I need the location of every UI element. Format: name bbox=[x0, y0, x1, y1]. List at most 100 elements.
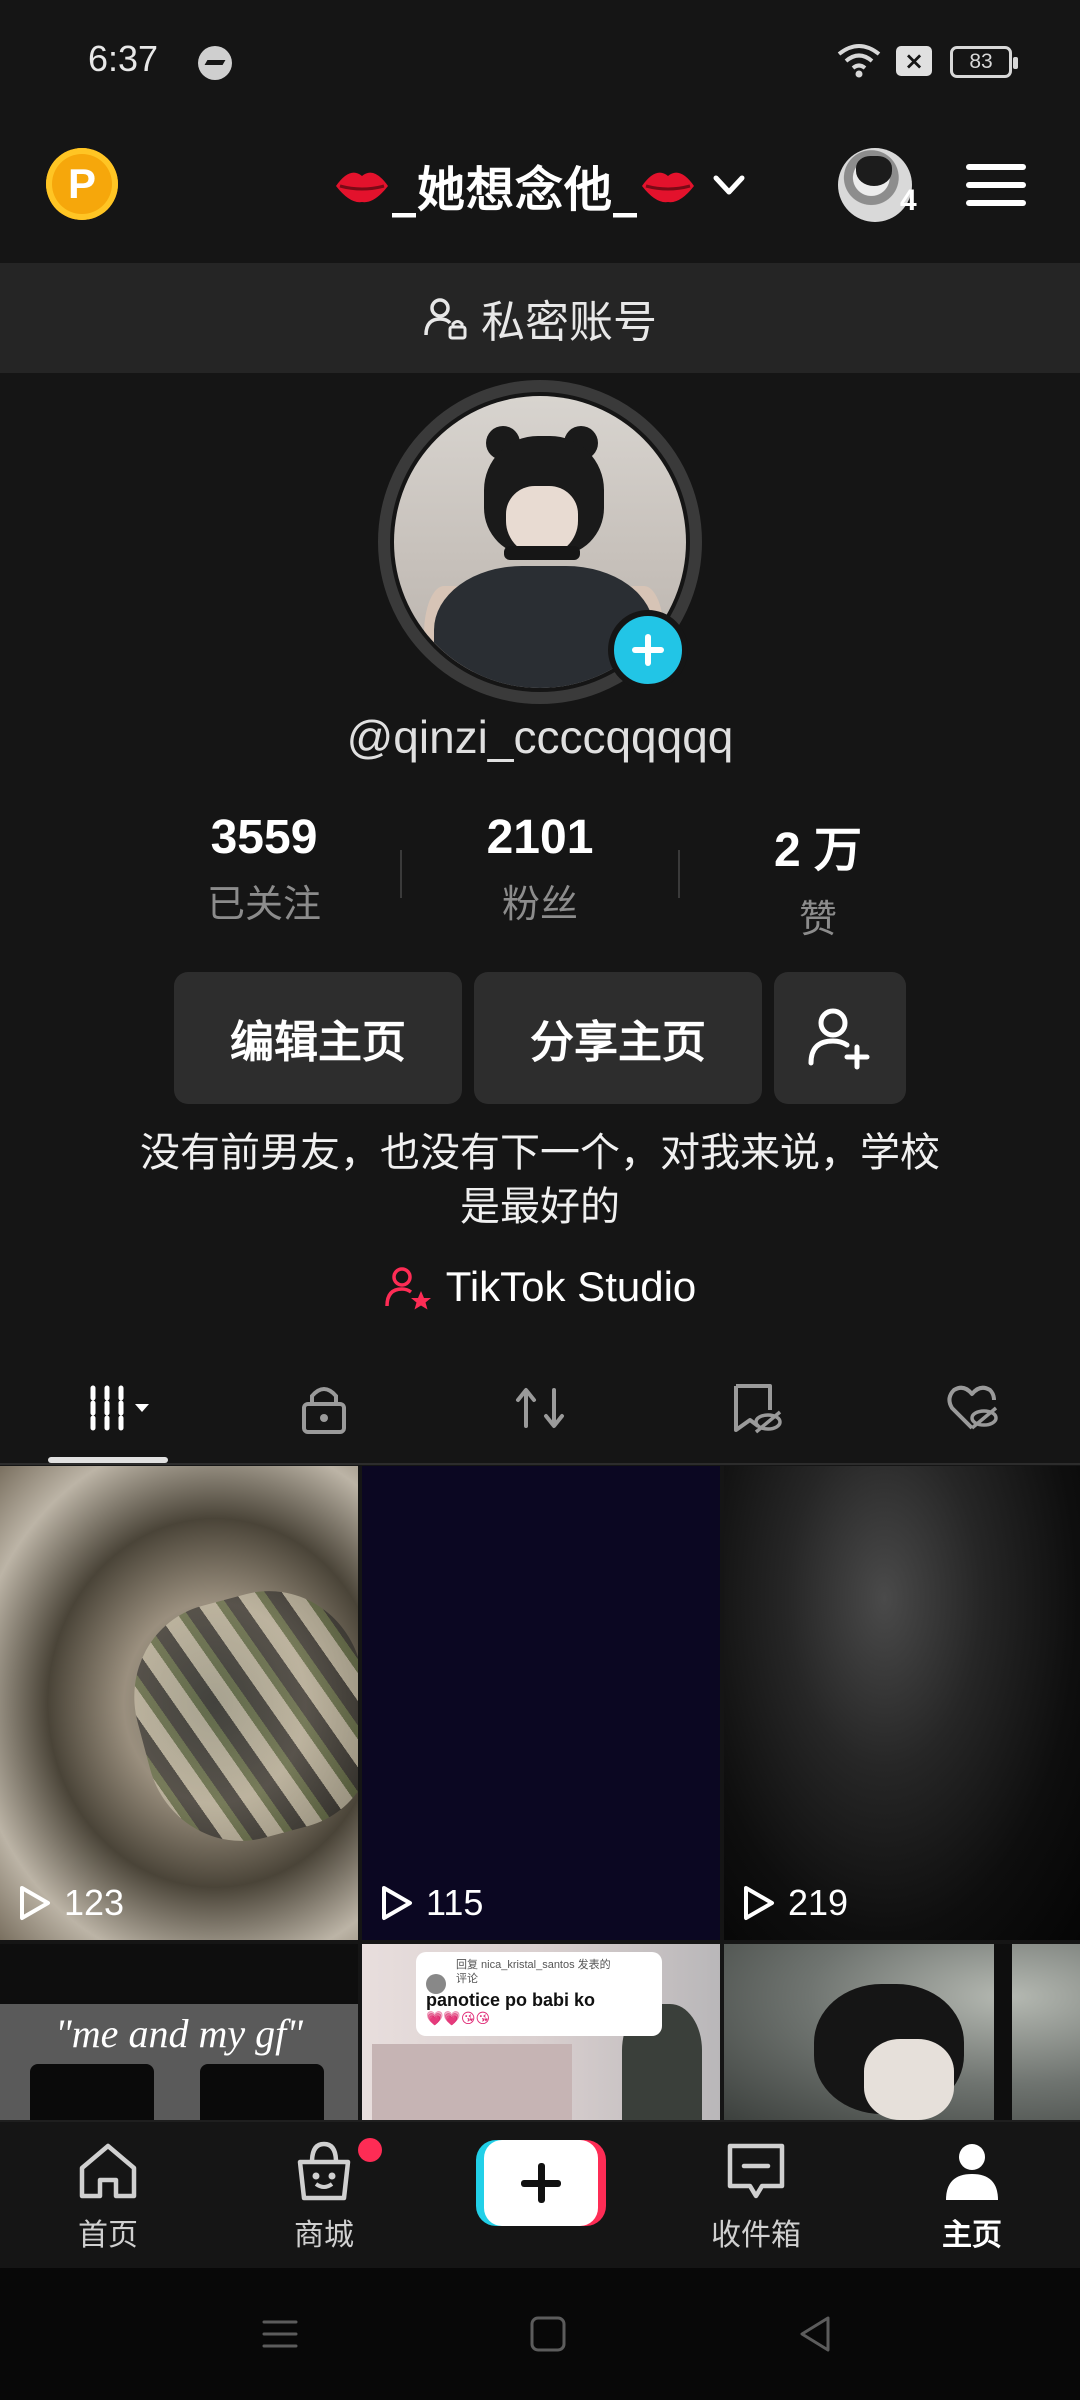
video-thumbnail[interactable]: 219 bbox=[724, 1466, 1080, 1940]
avatar-art bbox=[504, 546, 580, 560]
thumbnail-art bbox=[112, 1570, 358, 1862]
private-account-label: 私密账号 bbox=[481, 297, 657, 348]
thumbnail-art bbox=[372, 2044, 572, 2120]
private-account-banner[interactable]: 私密账号 bbox=[0, 263, 1080, 373]
coin-button[interactable]: P bbox=[46, 148, 118, 220]
nav-label: 首页 bbox=[78, 2218, 138, 2253]
home-button-icon[interactable] bbox=[526, 2312, 570, 2356]
notification-x-icon: × bbox=[896, 46, 932, 76]
profile-stats: 3559 已关注 2101 粉丝 2 万 赞 bbox=[0, 810, 1080, 943]
thumbnail-art bbox=[30, 2064, 154, 2120]
messenger-icon bbox=[198, 46, 232, 80]
profile-icon bbox=[946, 2144, 998, 2200]
add-friend-button[interactable] bbox=[774, 972, 906, 1104]
comment-emoji: 💗💗😘😘 bbox=[426, 2011, 491, 2027]
commenter-avatar bbox=[426, 1974, 446, 1994]
add-avatar-icon[interactable] bbox=[608, 610, 688, 690]
lock-icon bbox=[302, 1387, 346, 1434]
edit-profile-button[interactable]: 编辑主页 bbox=[174, 972, 462, 1104]
nav-label: 商城 bbox=[294, 2218, 354, 2253]
menu-button[interactable] bbox=[966, 162, 1026, 208]
nav-label: 收件箱 bbox=[711, 2218, 801, 2253]
following-count: 3559 bbox=[210, 811, 318, 864]
friends-count: 4 bbox=[900, 184, 917, 217]
tab-private[interactable] bbox=[284, 1373, 364, 1443]
followers-count: 2101 bbox=[486, 811, 594, 864]
tiktok-studio-link[interactable]: TikTok Studio bbox=[0, 1262, 1080, 1312]
heart-hidden-icon bbox=[947, 1385, 998, 1430]
lips-icon bbox=[642, 172, 694, 203]
status-time: 6:37 bbox=[88, 38, 159, 79]
play-count-value: 123 bbox=[64, 1882, 125, 1923]
shop-icon bbox=[297, 2141, 351, 2201]
comment-header: 回复 nica_kristal_santos 发表的 bbox=[456, 1959, 611, 1971]
thumbnail-art bbox=[994, 1944, 1012, 2120]
thumbnail-art bbox=[864, 2039, 954, 2120]
play-count: 123 bbox=[18, 1882, 124, 1924]
account-name: _她想念他_ bbox=[391, 162, 638, 218]
video-thumbnail[interactable]: 123 bbox=[0, 1466, 358, 1940]
create-button[interactable] bbox=[476, 2140, 606, 2226]
video-thumbnail[interactable]: "me and my gf" bbox=[0, 1944, 358, 2120]
back-icon[interactable] bbox=[794, 2312, 838, 2356]
tab-liked[interactable] bbox=[932, 1373, 1012, 1443]
comment-header: 评论 bbox=[456, 1973, 478, 1985]
active-tab-indicator bbox=[48, 1457, 168, 1463]
tab-favorites[interactable] bbox=[716, 1373, 796, 1443]
play-icon bbox=[20, 1886, 50, 1920]
menu-bar bbox=[966, 200, 1026, 206]
share-profile-label: 分享主页 bbox=[530, 1017, 706, 1068]
chevron-down-icon bbox=[713, 175, 745, 195]
tab-reposts[interactable] bbox=[500, 1373, 580, 1443]
wifi-icon bbox=[837, 44, 881, 78]
profile-handle: @qinzi_ccccqqqqq bbox=[346, 711, 734, 763]
likes-count: 2 万 bbox=[773, 824, 863, 877]
battery-icon: 83 bbox=[950, 46, 1018, 78]
nav-label: 主页 bbox=[942, 2218, 1002, 2253]
comment-text: panotice po babi ko bbox=[426, 1990, 596, 2010]
private-user-icon bbox=[424, 298, 467, 340]
recent-apps-icon[interactable] bbox=[258, 2312, 302, 2356]
followers-stat[interactable]: 2101 粉丝 bbox=[400, 810, 680, 928]
video-grid: 123 115 219 "me and my gf" 回复 nica_krist… bbox=[0, 1466, 1080, 2120]
bookmark-hidden-icon bbox=[734, 1384, 782, 1434]
add-user-icon bbox=[808, 1008, 870, 1070]
video-thumbnail[interactable]: 115 bbox=[362, 1466, 720, 1940]
play-count-value: 219 bbox=[788, 1882, 849, 1923]
edit-profile-label: 编辑主页 bbox=[230, 1017, 406, 1068]
bottom-nav: 首页 商城 收件箱 主页 bbox=[0, 2120, 1080, 2268]
lips-icon bbox=[335, 172, 388, 203]
studio-label: TikTok Studio bbox=[445, 1263, 697, 1310]
nav-profile[interactable]: 主页 bbox=[902, 2140, 1042, 2254]
content-tabs bbox=[0, 1355, 1080, 1465]
video-thumbnail[interactable]: 回复 nica_kristal_santos 发表的 评论 panotice p… bbox=[362, 1944, 720, 2120]
play-icon bbox=[382, 1886, 412, 1920]
followers-label: 粉丝 bbox=[501, 882, 578, 926]
status-bar: 6:37 × 83 bbox=[0, 0, 1080, 120]
notification-dot bbox=[358, 2138, 382, 2162]
likes-label: 赞 bbox=[798, 897, 837, 941]
home-icon bbox=[79, 2143, 137, 2199]
following-stat[interactable]: 3559 已关注 bbox=[124, 810, 404, 928]
menu-bar bbox=[966, 182, 1026, 188]
following-label: 已关注 bbox=[206, 882, 321, 926]
play-count-value: 115 bbox=[426, 1882, 484, 1923]
nav-home[interactable]: 首页 bbox=[38, 2140, 178, 2254]
nav-inbox[interactable]: 收件箱 bbox=[686, 2140, 826, 2254]
comment-reply-bubble: 回复 nica_kristal_santos 发表的 评论 panotice p… bbox=[416, 1952, 662, 2036]
bio-line: 是最好的 bbox=[460, 1184, 620, 1230]
top-nav: P _她想念他_ 4 bbox=[0, 130, 1080, 240]
inbox-icon bbox=[727, 2143, 785, 2199]
account-switcher[interactable]: _她想念他_ bbox=[300, 150, 780, 220]
grid-icon bbox=[90, 1385, 149, 1431]
play-icon bbox=[744, 1886, 774, 1920]
profile-bio: 没有前男友，也没有下一个，对我来说，学校 是最好的 bbox=[100, 1126, 980, 1234]
battery-level: 83 bbox=[969, 50, 993, 73]
bio-line: 没有前男友，也没有下一个，对我来说，学校 bbox=[140, 1130, 940, 1176]
video-thumbnail[interactable] bbox=[724, 1944, 1080, 2120]
system-nav-bar bbox=[0, 2268, 1080, 2400]
likes-stat[interactable]: 2 万 赞 bbox=[678, 810, 958, 943]
repost-icon bbox=[516, 1388, 564, 1428]
share-profile-button[interactable]: 分享主页 bbox=[474, 972, 762, 1104]
tab-videos[interactable] bbox=[70, 1373, 170, 1443]
